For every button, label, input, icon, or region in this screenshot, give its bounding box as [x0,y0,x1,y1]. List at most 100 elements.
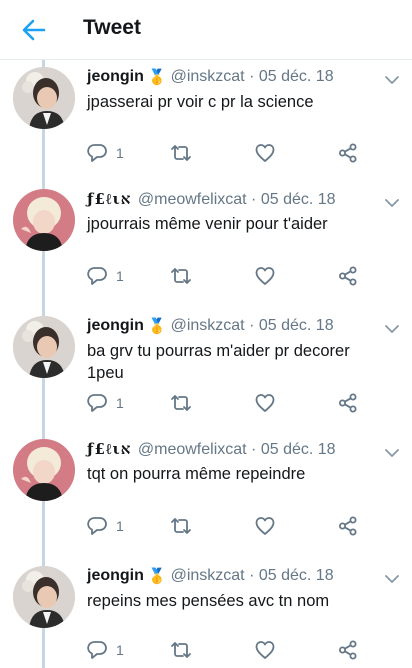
more-options-button[interactable] [384,445,400,457]
reply-icon [87,394,107,412]
tweet-date[interactable]: 05 déc. 18 [259,567,334,584]
display-name[interactable]: jeongin [87,68,144,85]
display-name[interactable]: jeongin [87,317,144,334]
retweet-icon [171,145,191,161]
tweet-item[interactable]: ƒ£ℓιא @meowfelixcat · 05 déc. 18 tqt on … [0,433,412,557]
separator-dot: · [249,317,255,334]
user-handle[interactable]: @meowfelixcat [138,191,247,208]
more-options-button[interactable] [384,195,400,207]
retweet-button[interactable] [170,515,192,537]
retweet-button[interactable] [170,265,192,287]
share-icon [339,143,357,163]
reply-button[interactable]: 1 [87,142,124,164]
retweet-button[interactable] [170,142,192,164]
avatar-image [13,439,75,501]
tweet-item[interactable]: ƒ£ℓιא @meowfelixcat · 05 déc. 18 jpourra… [0,183,412,307]
chevron-down-icon [385,575,399,583]
medal-icon: 🥇 [147,568,167,585]
more-options-button[interactable] [384,571,400,583]
share-icon [339,516,357,536]
avatar-image [13,566,75,628]
tweet-item[interactable]: jeongin 🥇 @inskzcat · 05 déc. 18 jpasserai… [0,60,412,184]
page-title: Tweet [83,16,141,39]
user-handle[interactable]: @inskzcat [171,567,245,584]
reply-icon [87,267,107,285]
tweet-date[interactable]: 05 déc. 18 [261,441,336,458]
separator-dot: · [249,68,255,85]
avatar[interactable] [13,439,75,501]
tweet-header: jeongin 🥇 @inskzcat · 05 déc. 18 [87,316,382,337]
user-handle[interactable]: @meowfelixcat [138,441,247,458]
avatar[interactable] [13,316,75,378]
retweet-icon [171,642,191,658]
retweet-button[interactable] [170,639,192,661]
share-button[interactable] [338,265,358,287]
share-button[interactable] [338,639,358,661]
thread-list: jeongin 🥇 @inskzcat · 05 déc. 18 jpasserai… [0,60,412,668]
reply-button[interactable]: 1 [87,639,124,661]
top-bar: Tweet [0,0,412,60]
tweet-thread-screen: Tweet jeongin 🥇 @inskzcat · 05 déc. 18 j… [0,0,412,668]
tweet-text: jpourrais même venir pour t'aider [87,215,328,233]
like-button[interactable] [255,515,275,537]
avatar[interactable] [13,566,75,628]
avatar-image [13,189,75,251]
tweet-actions: 1 [87,392,387,416]
retweet-icon [171,268,191,284]
avatar-image [13,316,75,378]
like-button[interactable] [255,392,275,414]
reply-icon [87,144,107,162]
avatar-image [13,67,75,129]
heart-icon [255,144,275,162]
tweet-date[interactable]: 05 déc. 18 [259,68,334,85]
retweet-icon [171,518,191,534]
like-button[interactable] [255,639,275,661]
tweet-actions: 1 [87,265,387,289]
tweet-date[interactable]: 05 déc. 18 [259,317,334,334]
reply-count: 1 [116,518,124,534]
share-icon [339,266,357,286]
share-button[interactable] [338,515,358,537]
tweet-date[interactable]: 05 déc. 18 [261,191,336,208]
medal-icon: 🥇 [147,69,167,86]
reply-count: 1 [116,642,124,658]
tweet-item[interactable]: jeongin 🥇 @inskzcat · 05 déc. 18 repeins m… [0,559,412,668]
share-icon [339,640,357,660]
tweet-text: ba grv tu pourras m'aider pr decorer 1pe… [87,342,350,382]
back-arrow-icon [22,19,46,41]
reply-count: 1 [116,395,124,411]
display-name[interactable]: ƒ£ℓιא [87,190,131,208]
tweet-actions: 1 [87,639,387,663]
reply-count: 1 [116,268,124,284]
tweet-actions: 1 [87,515,387,539]
medal-icon: 🥇 [147,318,167,335]
retweet-button[interactable] [170,392,192,414]
separator-dot: · [249,567,255,584]
tweet-text: jpasserai pr voir c pr la science [87,93,314,111]
reply-button[interactable]: 1 [87,265,124,287]
display-name[interactable]: jeongin [87,567,144,584]
retweet-icon [171,395,191,411]
share-button[interactable] [338,142,358,164]
tweet-text: repeins mes pensées avc tn nom [87,592,330,610]
heart-icon [255,267,275,285]
reply-button[interactable]: 1 [87,392,124,414]
tweet-header: jeongin 🥇 @inskzcat · 05 déc. 18 [87,566,382,587]
like-button[interactable] [255,142,275,164]
tweet-item[interactable]: jeongin 🥇 @inskzcat · 05 déc. 18 ba grv tu… [0,309,412,433]
tweet-text: tqt on pourra même repeindre [87,465,306,483]
share-button[interactable] [338,392,358,414]
avatar[interactable] [13,189,75,251]
reply-button[interactable]: 1 [87,515,124,537]
display-name[interactable]: ƒ£ℓιא [87,440,131,458]
like-button[interactable] [255,265,275,287]
chevron-down-icon [385,325,399,333]
user-handle[interactable]: @inskzcat [171,68,245,85]
user-handle[interactable]: @inskzcat [171,317,245,334]
separator-dot: · [251,191,257,208]
more-options-button[interactable] [384,72,400,84]
avatar[interactable] [13,67,75,129]
more-options-button[interactable] [384,321,400,333]
back-button[interactable] [18,14,50,46]
reply-icon [87,641,107,659]
